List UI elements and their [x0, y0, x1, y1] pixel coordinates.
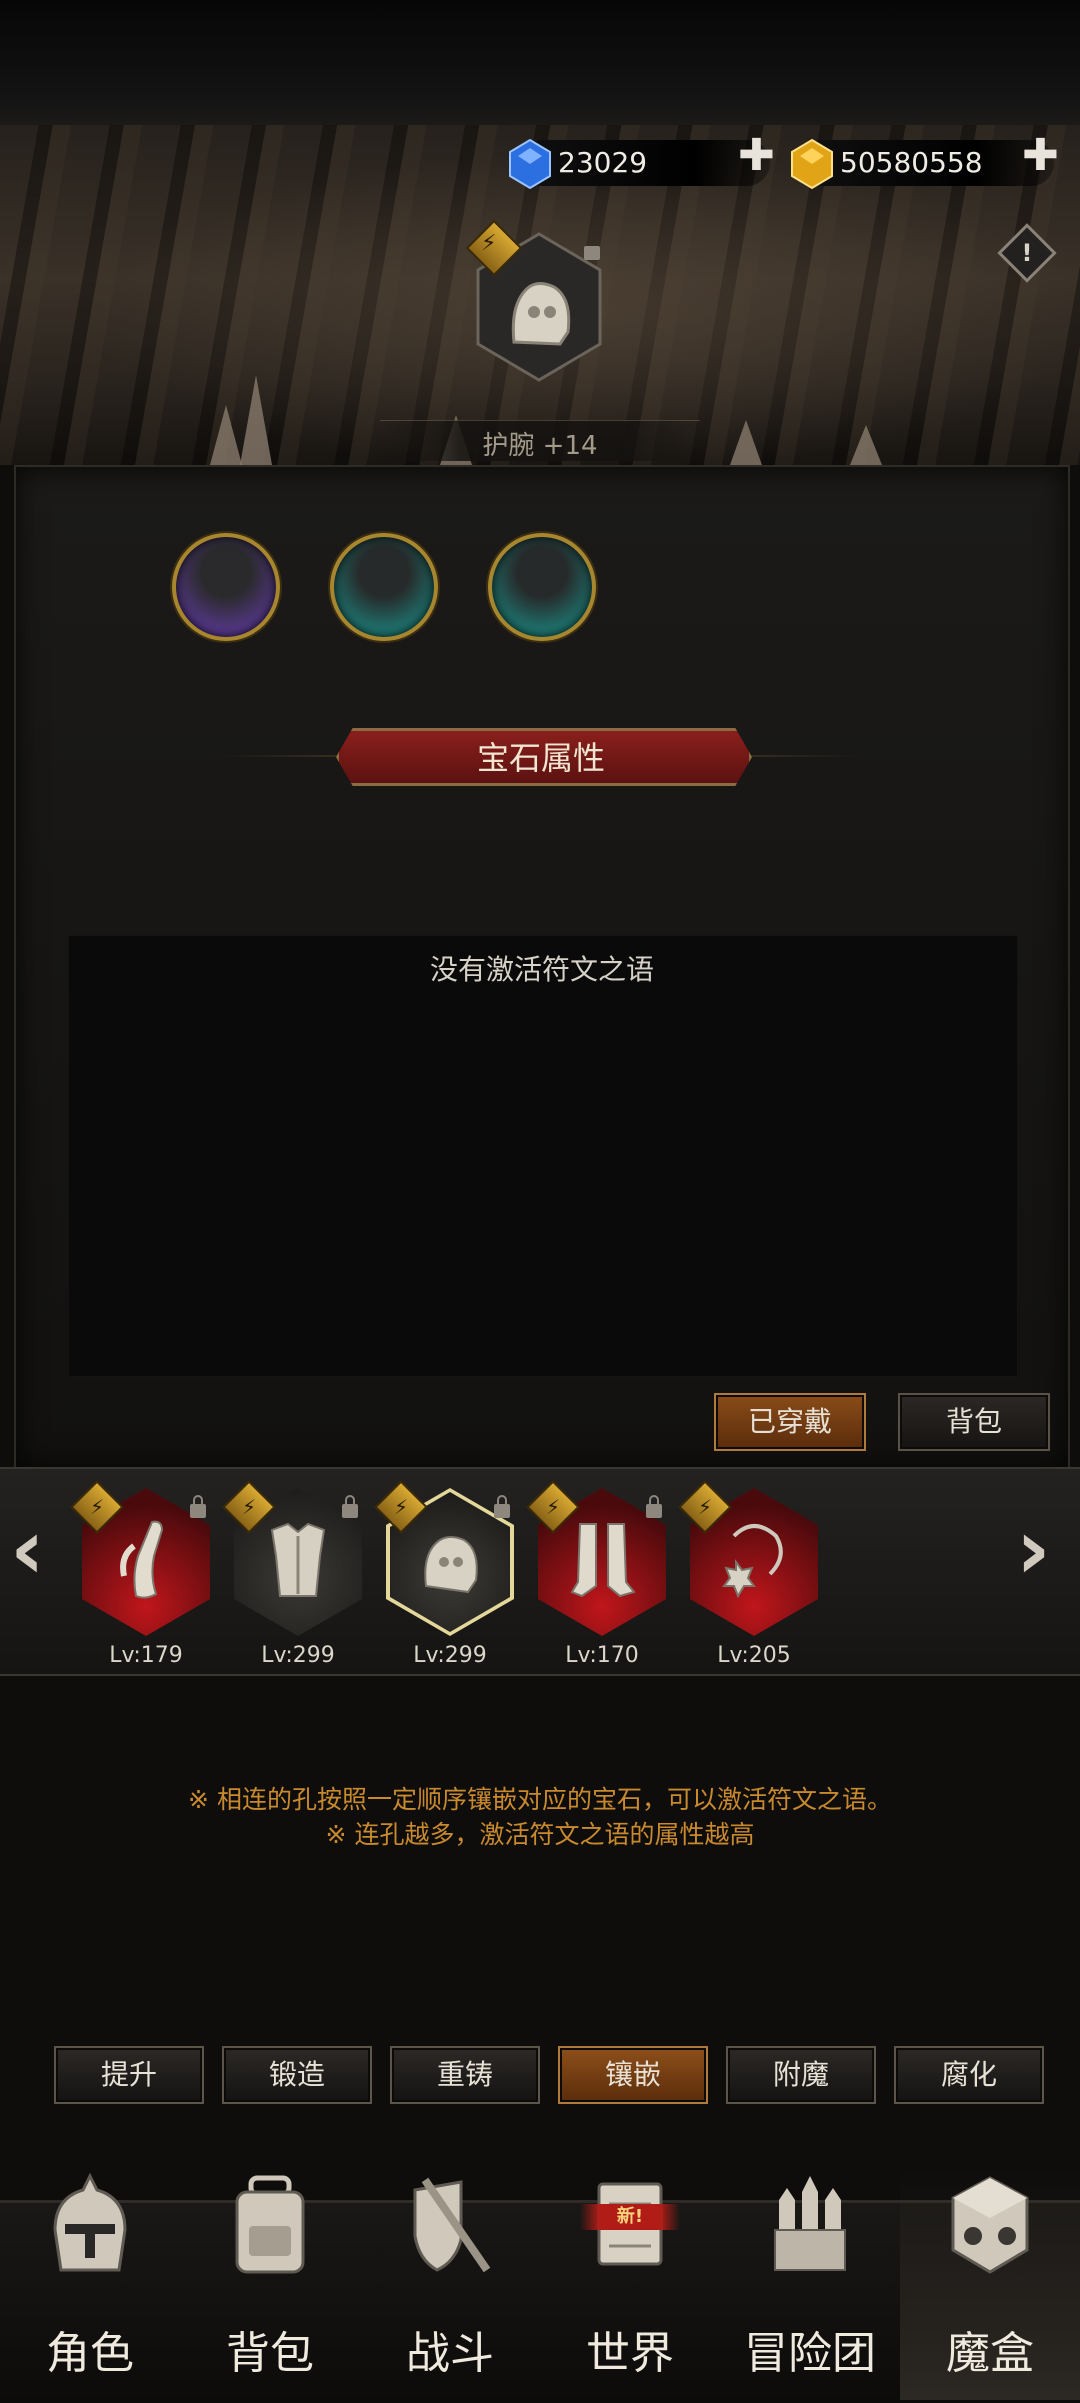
equipment-slot-4[interactable]: ⚡ [526, 1480, 666, 1636]
nav-label-battle: 战斗 [406, 2328, 494, 2379]
item-name: 护腕 +14 [482, 431, 598, 461]
next-arrow-icon[interactable]: › [1016, 1500, 1051, 1598]
nav-character[interactable]: 角色 [0, 2170, 180, 2400]
item-name-plate: 护腕 +14 [380, 420, 700, 461]
mode-tab-inlay[interactable]: 镶嵌 [558, 2046, 708, 2104]
helmet-icon [53, 2172, 127, 2272]
gold-gem-icon [791, 138, 833, 190]
chest-armor-icon [270, 1522, 326, 1597]
nav-bag[interactable]: 背包 [180, 2170, 360, 2400]
equipment-level-3: Lv:299 [413, 1643, 487, 1668]
status-bar [0, 0, 1080, 125]
equipment-slot-1[interactable]: ⚡ [70, 1480, 210, 1636]
gem-socket-2[interactable] [330, 533, 438, 641]
rune-info-box [68, 935, 1018, 1377]
mode-tab-upgrade[interactable]: 提升 [54, 2046, 204, 2104]
backpack-icon [235, 2175, 305, 2274]
equipment-level-5: Lv:205 [717, 1643, 791, 1668]
mode-tab-reforge[interactable]: 重铸 [390, 2046, 540, 2104]
add-gems-button[interactable]: ✚ [738, 130, 775, 181]
gem-socket-1[interactable] [172, 533, 280, 641]
hint-line-2: ※ 连孔越多，激活符文之语的属性越高 [325, 1820, 755, 1849]
equipment-level-2: Lv:299 [261, 1643, 335, 1668]
lightning-icon: ⚡ [481, 231, 497, 256]
mode-tab-forge[interactable]: 锻造 [222, 2046, 372, 2104]
lock-icon [584, 246, 600, 260]
nav-world[interactable]: 新! 世界 [540, 2170, 720, 2400]
castle-icon [774, 2176, 846, 2271]
gauntlet-icon [511, 282, 571, 346]
equipped-button[interactable]: 已穿戴 [714, 1393, 866, 1451]
nav-label-adventure-team: 冒险团 [744, 2328, 876, 2379]
gauntlet-icon [424, 1536, 478, 1594]
equipment-slot-5[interactable]: ⚡ [678, 1480, 818, 1636]
hint-line-1: ※ 相连的孔按照一定顺序镶嵌对应的宝石，可以激活符文之语。 [188, 1785, 892, 1814]
necklace-icon [722, 1524, 783, 1599]
nav-label-bag: 背包 [226, 2328, 314, 2379]
mode-tab-enchant[interactable]: 附魔 [726, 2046, 876, 2104]
nav-label-character: 角色 [46, 2328, 134, 2379]
nav-adventure-team[interactable]: 冒险团 [720, 2170, 900, 2400]
nav-label-world: 世界 [586, 2328, 674, 2379]
mode-tab-corrupt[interactable]: 腐化 [894, 2046, 1044, 2104]
nav-label-magic-box: 魔盒 [946, 2328, 1034, 2379]
equipment-level-1: Lv:179 [109, 1643, 183, 1668]
blue-gem-icon [509, 138, 551, 190]
nav-magic-box[interactable]: 魔盒 [900, 2170, 1080, 2400]
equipment-slot-3-selected[interactable]: ⚡ [374, 1480, 514, 1636]
shield-sword-icon [413, 2177, 491, 2273]
boots-icon [570, 1523, 636, 1598]
exclamation-icon: ! [1021, 239, 1033, 267]
prev-arrow-icon[interactable]: ‹ [10, 1500, 45, 1598]
equipment-slot-2[interactable]: ⚡ [222, 1480, 362, 1636]
gold-amount: 50580558 [840, 146, 983, 179]
magic-cube-icon [951, 2176, 1029, 2274]
bag-button[interactable]: 背包 [898, 1393, 1050, 1451]
new-badge: 新! [580, 2204, 680, 2230]
nav-battle[interactable]: 战斗 [360, 2170, 540, 2400]
bracer-cloth-icon [120, 1520, 164, 1599]
rune-status-text: 没有激活符文之语 [429, 953, 654, 986]
gem-socket-3[interactable] [488, 533, 596, 641]
section-title: 宝石属性 [476, 739, 605, 777]
add-gold-button[interactable]: ✚ [1022, 130, 1059, 181]
equipment-level-4: Lv:170 [565, 1643, 639, 1668]
gem-amount: 23029 [558, 146, 648, 179]
